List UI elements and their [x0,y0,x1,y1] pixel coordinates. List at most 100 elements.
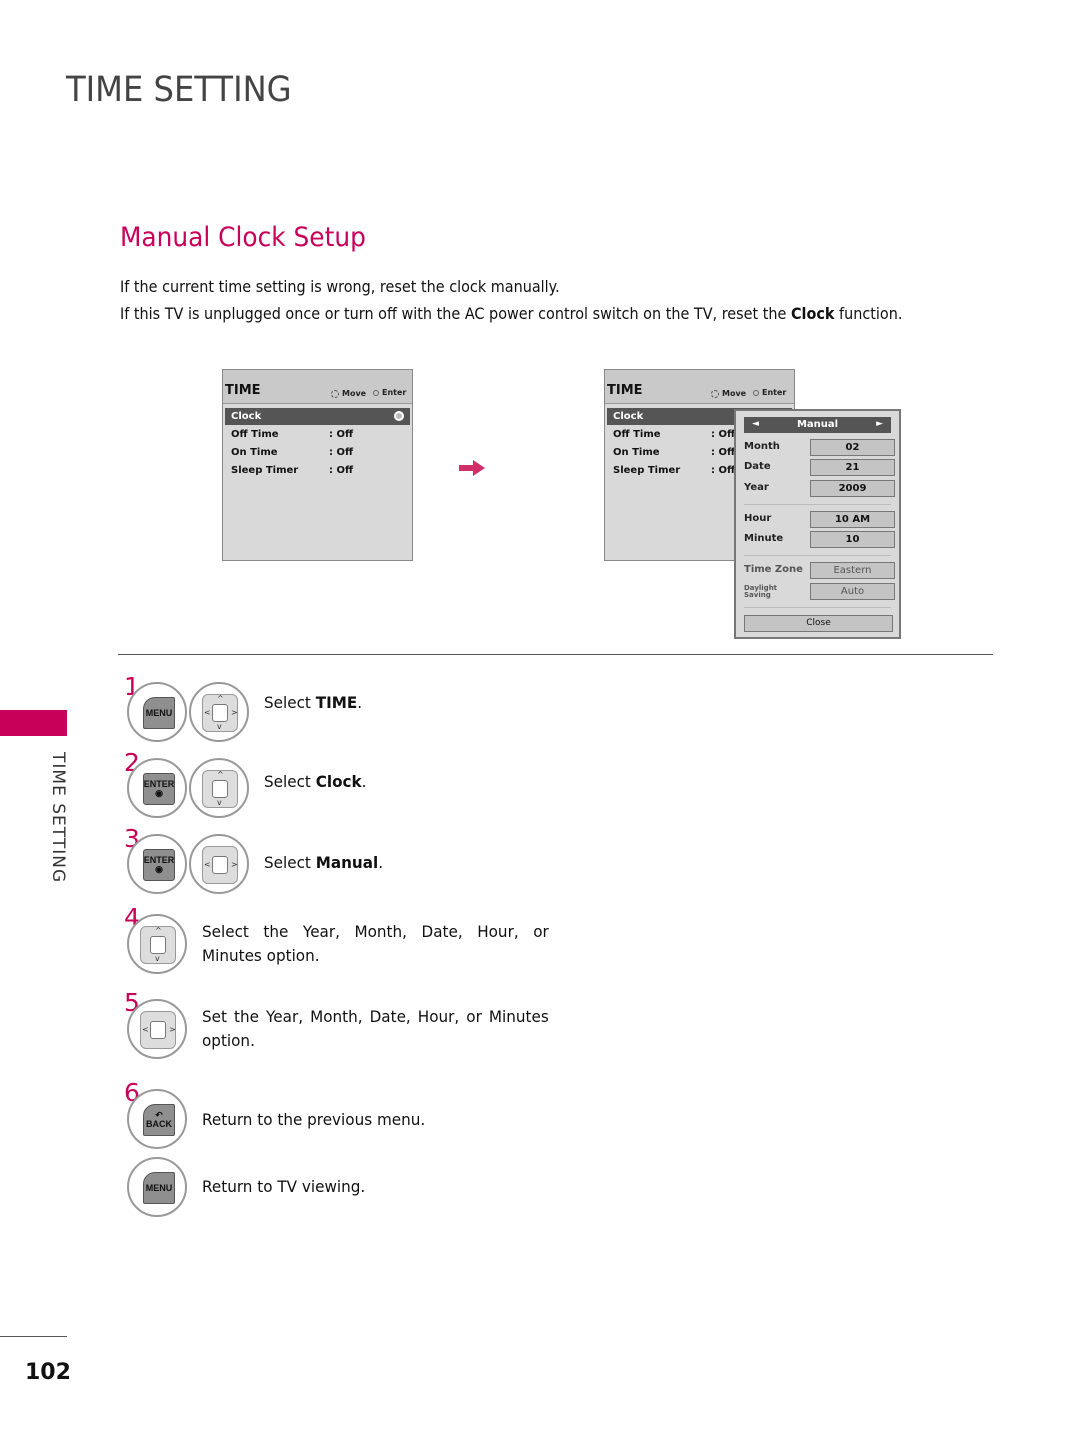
daylight-saving-label: Daylight Saving [744,585,777,599]
time-zone-field[interactable]: Eastern [810,562,895,579]
page-title: TIME SETTING [66,70,292,110]
chapter-label: TIME SETTING [48,752,68,884]
up-arrow-icon: ^ [217,694,224,703]
dpad-center-icon [212,704,228,722]
radio-selected-icon [394,411,404,421]
enter-hint: Enter [753,388,786,397]
dpad-center-icon [212,780,228,798]
left-arrow-icon: < [204,708,211,717]
down-arrow-icon: v [155,954,160,963]
osd-item-label: Off Time [613,429,661,440]
time-zone-label: Time Zone [744,564,803,575]
intro-bold: Clock [790,304,835,323]
dpad-updown-icon: ^ v [140,926,176,964]
back-button-ring: ↶ BACK [127,1089,187,1149]
step-6-text: Return to the previous menu. [202,1110,426,1129]
step-3-text: Select Manual. [264,853,383,872]
next-step-arrow-icon [459,460,485,476]
osd-item-on-time[interactable]: On Time : Off [225,444,410,461]
osd-item-value: : Off [329,465,354,476]
menu-button-ring: MENU [127,1157,187,1217]
dpad-ring: ^ v [127,914,187,974]
right-arrow-icon: > [169,1025,176,1034]
separator [744,504,891,505]
osd-item-label: Off Time [231,429,279,440]
step-text-post: . [357,693,363,712]
step-4-text: Select the Year, Month, Date, Hour, or M… [202,922,549,965]
key-label: MENU [145,1182,173,1193]
osd-item-value: : Off [329,429,354,440]
dpad-leftright-icon: < > [202,846,238,884]
left-arrow-icon: < [142,1025,149,1034]
enter-icon [373,389,379,396]
page-number: 102 [25,1360,71,1385]
step-text-pre: Select [264,693,316,712]
osd-header: TIME Move Enter [223,370,412,404]
date-field[interactable]: 21 [810,459,895,476]
dpad-center-icon [150,1021,166,1039]
osd-item-clock[interactable]: Clock [225,408,410,425]
intro-line-2: If this TV is unplugged once or turn off… [120,304,902,323]
osd-item-off-time[interactable]: Off Time : Off [225,426,410,443]
menu-key-icon: MENU [143,1172,175,1204]
down-arrow-icon: v [217,722,222,731]
year-label: Year [744,482,769,493]
menu-button-ring: MENU [127,682,187,742]
enter-hint-label: Enter [382,388,407,397]
enter-hint-label: Enter [762,388,787,397]
osd-item-label: On Time [231,447,278,458]
osd-title: TIME [225,383,261,398]
move-icon [329,388,339,398]
enter-key-icon: ENTER ◉ [143,773,175,805]
separator [744,607,891,608]
hour-field[interactable]: 10 AM [810,511,895,528]
intro-text: If this TV is unplugged once or turn off… [120,304,791,323]
key-label: BACK [146,1119,172,1129]
mode-selector[interactable]: ◄ Manual ► [744,417,891,433]
dpad-leftright-icon: < > [140,1011,176,1049]
osd-item-value: : Off [711,447,736,458]
dpad-updown-icon: ^ v [202,770,238,808]
osd-time-menu-left: TIME Move Enter Clock Off Time : Off On … [222,369,413,561]
minute-field[interactable]: 10 [810,531,895,548]
daylight-saving-field[interactable]: Auto [810,583,895,600]
move-hint: Move [329,388,366,398]
footer-rule [0,1336,67,1337]
mode-value: Manual [796,419,839,430]
dpad-center-icon [150,936,166,954]
step-text-pre: Select [264,772,316,791]
intro-text: If the current time setting is wrong, re… [120,277,560,296]
date-label: Date [744,461,771,472]
dpad-ring: < > [127,999,187,1059]
osd-header: TIME Move Enter [605,370,794,404]
dpad-4way-icon: ^ v < > [202,694,238,732]
close-button[interactable]: Close [744,615,893,632]
osd-item-sleep-timer[interactable]: Sleep Timer : Off [225,462,410,479]
osd-item-label: Clock [613,411,644,422]
right-arrow-icon: > [231,860,238,869]
step-text-post: . [361,772,367,791]
daylight-saving-label-line2: Saving [744,591,771,599]
month-label: Month [744,441,780,452]
osd-item-label: Clock [231,411,262,422]
section-divider [118,654,993,655]
right-arrow-icon[interactable]: ► [876,419,883,429]
enter-icon [753,389,759,396]
dpad-ring: ^ v < > [189,682,249,742]
year-field[interactable]: 2009 [810,480,895,497]
move-hint: Move [709,388,746,398]
chapter-tab [0,710,67,736]
month-field[interactable]: 02 [810,439,895,456]
osd-title: TIME [607,383,643,398]
step-text-bold: Manual [315,853,379,872]
dpad-ring: < > [189,834,249,894]
step-text-bold: Clock [315,772,362,791]
intro-text: function. [834,304,903,323]
enter-button-ring: ENTER ◉ [127,758,187,818]
up-arrow-icon: ^ [217,770,224,779]
step-1-text: Select TIME. [264,693,362,712]
step-text-pre: Select [264,853,316,872]
dpad-ring: ^ v [189,758,249,818]
enter-hint: Enter [373,388,406,397]
step-7-text: Return to TV viewing. [202,1177,366,1196]
